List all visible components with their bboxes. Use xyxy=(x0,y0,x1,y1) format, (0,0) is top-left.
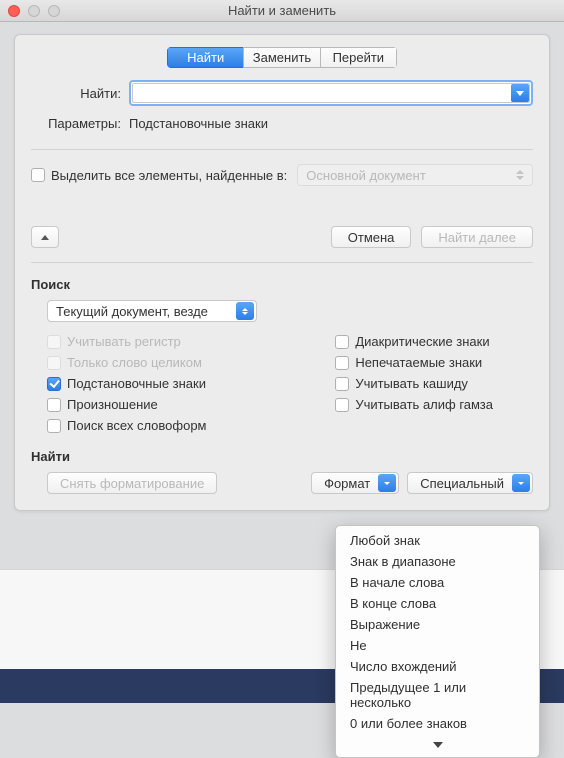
option-label: Поиск всех словоформ xyxy=(67,418,207,433)
params-label: Параметры: xyxy=(31,116,121,131)
params-row: Параметры: Подстановочные знаки xyxy=(31,116,533,131)
option-label: Учитывать алиф гамза xyxy=(355,397,493,412)
stepper-icon xyxy=(516,170,526,180)
find-next-button: Найти далее xyxy=(421,226,533,248)
tab-find[interactable]: Найти xyxy=(167,47,243,68)
checkbox-icon xyxy=(335,377,349,391)
option-label: Диакритические знаки xyxy=(355,334,489,349)
option-wildcards[interactable]: Подстановочные знаки xyxy=(47,376,207,391)
format-dropdown[interactable]: Формат xyxy=(311,472,399,494)
dropdown-button[interactable] xyxy=(512,474,530,492)
params-value: Подстановочные знаки xyxy=(129,116,268,131)
special-menu: Любой знак Знак в диапазоне В начале сло… xyxy=(335,525,540,758)
highlight-checkbox[interactable]: Выделить все элементы, найденные в: xyxy=(31,168,287,183)
menu-scroll-down[interactable] xyxy=(336,734,539,753)
menu-item-not[interactable]: Не xyxy=(336,635,539,656)
highlight-scope-value: Основной документ xyxy=(306,168,426,183)
highlight-row: Выделить все элементы, найденные в: Осно… xyxy=(31,164,533,186)
option-word-forms[interactable]: Поиск всех словоформ xyxy=(47,418,207,433)
tab-replace[interactable]: Заменить xyxy=(243,47,319,68)
checkbox-icon xyxy=(335,398,349,412)
divider xyxy=(31,262,533,263)
find-input[interactable] xyxy=(132,83,530,103)
highlight-label: Выделить все элементы, найденные в: xyxy=(51,168,287,183)
option-label: Непечатаемые знаки xyxy=(355,355,482,370)
dropdown-button[interactable] xyxy=(236,302,254,320)
option-label: Произношение xyxy=(67,397,158,412)
option-alef-hamza[interactable]: Учитывать алиф гамза xyxy=(335,397,493,412)
highlight-scope-select: Основной документ xyxy=(297,164,533,186)
option-nonprinting[interactable]: Непечатаемые знаки xyxy=(335,355,493,370)
menu-item-end-word[interactable]: В конце слова xyxy=(336,593,539,614)
search-scope-select[interactable]: Текущий документ, везде xyxy=(47,300,257,322)
option-label: Только слово целиком xyxy=(67,355,202,370)
titlebar: Найти и заменить xyxy=(0,0,564,22)
checkbox-icon xyxy=(47,377,61,391)
checkbox-icon xyxy=(47,419,61,433)
tab-goto[interactable]: Перейти xyxy=(320,47,397,68)
option-label: Учитывать регистр xyxy=(67,334,181,349)
caret-down-icon xyxy=(516,91,524,96)
clear-formatting-button: Снять форматирование xyxy=(47,472,217,494)
find-section-title: Найти xyxy=(31,449,533,464)
find-format-row: Снять форматирование Формат Специальный xyxy=(47,472,533,494)
option-match-case: Учитывать регистр xyxy=(47,334,207,349)
option-kashida[interactable]: Учитывать кашиду xyxy=(335,376,493,391)
format-label: Формат xyxy=(324,476,370,491)
chevron-up-icon xyxy=(41,235,49,240)
option-diacritics[interactable]: Диакритические знаки xyxy=(335,334,493,349)
checkbox-icon xyxy=(335,356,349,370)
option-whole-word: Только слово целиком xyxy=(47,355,207,370)
collapse-button[interactable] xyxy=(31,226,59,248)
menu-item-begin-word[interactable]: В начале слова xyxy=(336,572,539,593)
menu-item-expression[interactable]: Выражение xyxy=(336,614,539,635)
option-label: Учитывать кашиду xyxy=(355,376,468,391)
search-options-left: Учитывать регистр Только слово целиком П… xyxy=(47,334,207,433)
menu-item-any-char[interactable]: Любой знак xyxy=(336,530,539,551)
checkbox-icon xyxy=(335,335,349,349)
cancel-button[interactable]: Отмена xyxy=(331,226,412,248)
option-sounds-like[interactable]: Произношение xyxy=(47,397,207,412)
mode-tabs: Найти Заменить Перейти xyxy=(167,47,397,68)
search-options-right: Диакритические знаки Непечатаемые знаки … xyxy=(335,334,533,433)
option-label: Подстановочные знаки xyxy=(67,376,206,391)
checkbox-icon xyxy=(47,335,61,349)
divider xyxy=(31,149,533,150)
checkbox-icon xyxy=(47,398,61,412)
special-dropdown[interactable]: Специальный xyxy=(407,472,533,494)
window-title: Найти и заменить xyxy=(0,3,564,18)
search-options-grid: Учитывать регистр Только слово целиком П… xyxy=(47,334,533,433)
menu-item-prev-one-or-more[interactable]: Предыдущее 1 или несколько xyxy=(336,677,539,713)
menu-item-char-in-range[interactable]: Знак в диапазоне xyxy=(336,551,539,572)
dropdown-button[interactable] xyxy=(378,474,396,492)
menu-item-num-occurrences[interactable]: Число вхождений xyxy=(336,656,539,677)
action-row: Отмена Найти далее xyxy=(31,226,533,248)
find-row: Найти: xyxy=(31,80,533,106)
find-history-button[interactable] xyxy=(511,84,529,102)
checkbox-icon xyxy=(31,168,45,182)
menu-item-zero-or-more[interactable]: 0 или более знаков xyxy=(336,713,539,734)
search-scope-value: Текущий документ, везде xyxy=(56,304,208,319)
search-section-title: Поиск xyxy=(31,277,533,292)
find-label: Найти: xyxy=(31,86,121,101)
checkbox-icon xyxy=(47,356,61,370)
find-replace-dialog: Найти Заменить Перейти Найти: Параметры:… xyxy=(14,34,550,511)
find-combo[interactable] xyxy=(129,80,533,106)
special-label: Специальный xyxy=(420,476,504,491)
